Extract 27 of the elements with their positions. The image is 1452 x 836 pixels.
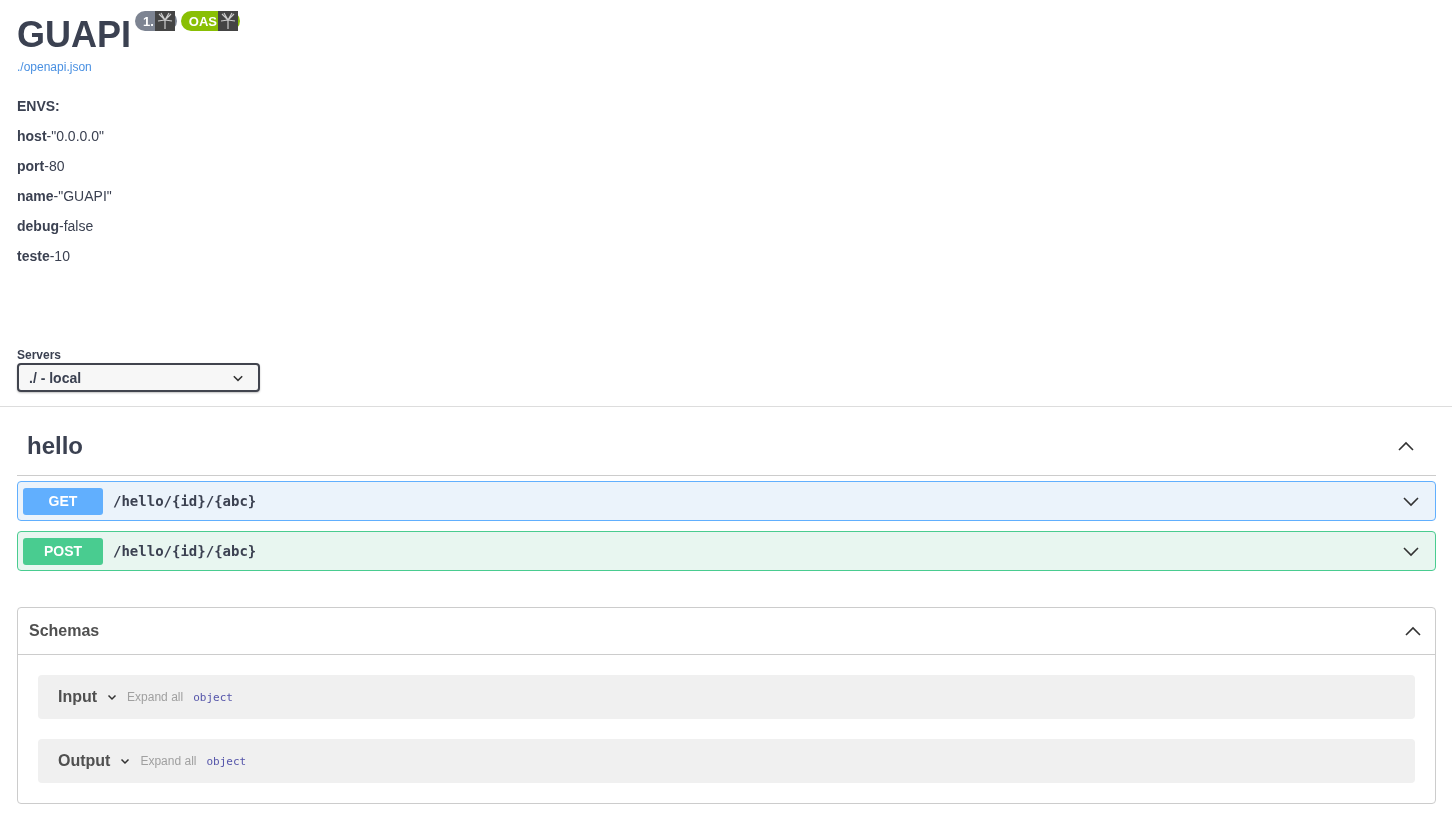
oas-badge: OAS bbox=[180, 11, 241, 31]
version-badge: 1. bbox=[135, 11, 177, 31]
endpoint-path: /hello/{id}/{abc} bbox=[113, 543, 258, 559]
servers-select[interactable]: ./ - local bbox=[17, 363, 260, 392]
model-row[interactable]: Input Expand all object bbox=[38, 675, 1415, 719]
method-badge: GET bbox=[23, 487, 103, 515]
env-entry: name-"GUAPI" bbox=[17, 188, 113, 204]
env-entry: debug-false bbox=[17, 218, 95, 234]
schemas-header[interactable]: Schemas bbox=[18, 608, 1435, 655]
endpoint-path: /hello/{id}/{abc} bbox=[113, 493, 258, 509]
env-entry: teste-10 bbox=[17, 248, 71, 264]
env-entry: host-"0.0.0.0" bbox=[17, 128, 105, 144]
broken-image-icon bbox=[218, 11, 239, 31]
model-name: Output bbox=[58, 752, 111, 770]
model-row[interactable]: Output Expand all object bbox=[38, 739, 1415, 783]
tag-header[interactable]: hello bbox=[17, 407, 1436, 476]
operation-row[interactable]: POST /hello/{id}/{abc} bbox=[17, 531, 1436, 571]
model-name: Input bbox=[58, 688, 98, 706]
env-entry: port-80 bbox=[17, 158, 66, 174]
model-type: object bbox=[206, 754, 247, 768]
broken-image-icon bbox=[154, 11, 175, 31]
api-title: GUAPI bbox=[17, 14, 131, 56]
method-badge: POST bbox=[23, 537, 103, 565]
operation-row[interactable]: GET /hello/{id}/{abc} bbox=[17, 481, 1436, 521]
servers-label: Servers bbox=[17, 348, 63, 362]
model-type: object bbox=[193, 690, 233, 704]
envs-heading: ENVS: bbox=[17, 98, 61, 114]
